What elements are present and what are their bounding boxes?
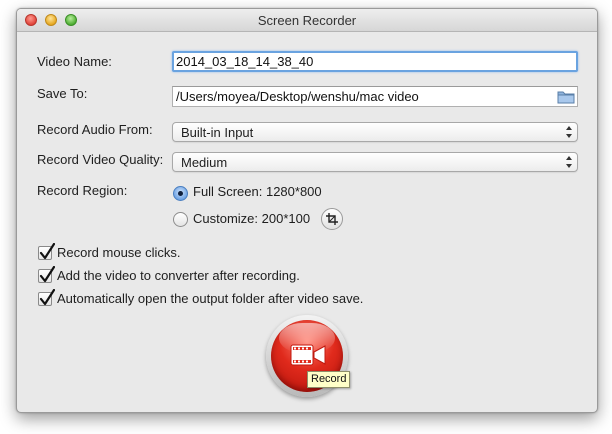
- checkmark-icon: [39, 243, 55, 260]
- add-to-converter-label[interactable]: Add the video to converter after recordi…: [57, 268, 300, 283]
- save-to-label: Save To:: [37, 86, 88, 101]
- save-to-input[interactable]: /Users/moyea/Desktop/wenshu/mac video: [172, 86, 578, 107]
- updown-arrows-icon: [566, 126, 572, 138]
- window-title: Screen Recorder: [257, 13, 357, 28]
- open-output-folder-label[interactable]: Automatically open the output folder aft…: [57, 291, 363, 306]
- crop-icon: [326, 213, 338, 225]
- video-name-label: Video Name:: [37, 54, 112, 69]
- audio-source-select[interactable]: Built-in Input: [172, 122, 578, 142]
- record-mouse-clicks-checkbox[interactable]: [38, 243, 55, 260]
- record-tooltip: Record: [307, 371, 351, 388]
- folder-icon[interactable]: [557, 89, 575, 104]
- record-mouse-clicks-label[interactable]: Record mouse clicks.: [57, 245, 181, 260]
- video-quality-select[interactable]: Medium: [172, 152, 578, 172]
- record-region-label: Record Region:: [37, 183, 128, 198]
- video-camera-icon: [290, 344, 326, 366]
- full-screen-radio[interactable]: [173, 186, 188, 201]
- audio-label: Record Audio From:: [37, 122, 153, 137]
- checkmark-icon: [39, 266, 55, 283]
- save-to-path: /Users/moyea/Desktop/wenshu/mac video: [176, 89, 419, 104]
- open-output-folder-checkbox[interactable]: [38, 289, 55, 306]
- customize-label[interactable]: Customize: 200*100: [193, 211, 310, 226]
- audio-source-value: Built-in Input: [181, 125, 254, 140]
- updown-arrows-icon: [566, 156, 572, 168]
- quality-label: Record Video Quality:: [37, 152, 164, 167]
- video-quality-value: Medium: [181, 155, 228, 170]
- full-screen-label[interactable]: Full Screen: 1280*800: [193, 184, 322, 199]
- checkmark-icon: [39, 289, 55, 306]
- video-name-input[interactable]: 2014_03_18_14_38_40: [172, 51, 578, 72]
- screen-recorder-window: Screen Recorder Video Name: 2014_03_18_1…: [16, 8, 598, 413]
- add-to-converter-checkbox[interactable]: [38, 266, 55, 283]
- title-bar[interactable]: Screen Recorder: [17, 9, 597, 32]
- customize-radio[interactable]: [173, 212, 188, 227]
- crop-region-button[interactable]: [321, 208, 343, 230]
